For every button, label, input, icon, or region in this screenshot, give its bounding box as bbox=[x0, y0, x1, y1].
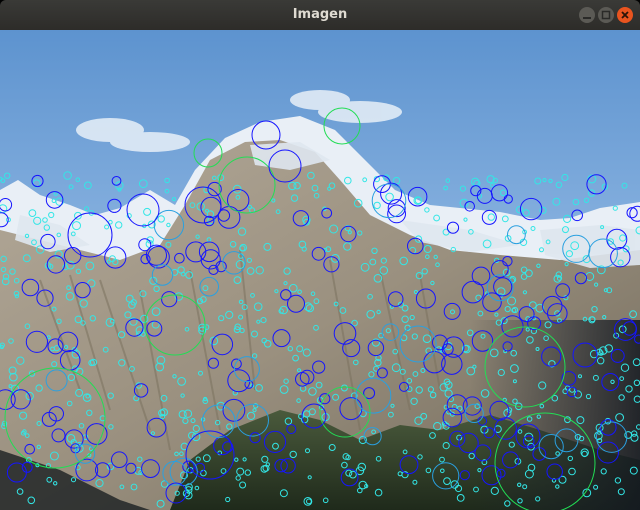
minimize-icon bbox=[583, 17, 591, 19]
minimize-button[interactable] bbox=[579, 7, 595, 23]
window-title: Imagen bbox=[292, 7, 348, 22]
image-canvas[interactable] bbox=[0, 30, 640, 510]
maximize-button[interactable] bbox=[598, 7, 614, 23]
mountain-image bbox=[0, 30, 640, 510]
maximize-icon bbox=[601, 10, 611, 20]
close-icon bbox=[621, 11, 629, 19]
close-button[interactable] bbox=[617, 7, 633, 23]
title-bar[interactable]: Imagen bbox=[0, 0, 640, 30]
app-window: Imagen bbox=[0, 0, 640, 510]
